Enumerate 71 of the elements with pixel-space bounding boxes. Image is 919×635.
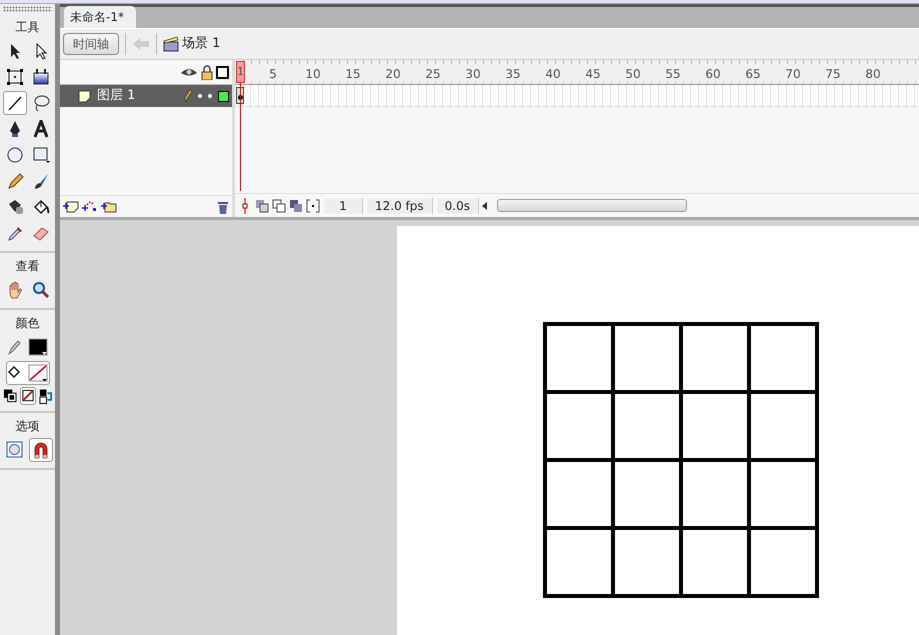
circle-in-square-icon — [6, 441, 24, 459]
lock-icon — [201, 64, 213, 80]
frame-number: 70 — [784, 66, 802, 83]
trash-icon — [217, 200, 229, 214]
toolbox-section-title: 颜色 — [14, 315, 40, 332]
stroke-color-swatch — [6, 338, 48, 356]
scroll-left-icon — [482, 202, 488, 210]
frame-number: 10 — [304, 66, 322, 83]
onion-markers-icon — [306, 198, 320, 212]
search-icon — [32, 281, 50, 299]
layer-row[interactable]: 图层 1 — [60, 85, 232, 107]
lasso-icon — [32, 94, 50, 112]
swap-colors-tool[interactable] — [38, 387, 54, 405]
frame-number: 35 — [504, 66, 522, 83]
dot-icon — [198, 94, 202, 98]
horizontal-scrollbar[interactable] — [496, 199, 687, 212]
line-icon — [6, 94, 24, 112]
frame-number: 5 — [268, 66, 278, 83]
frame-number: 60 — [704, 66, 722, 83]
default-colors-tool[interactable] — [2, 387, 18, 405]
scene-label: 场景 1 — [182, 35, 220, 54]
swap-colors-icon — [38, 388, 52, 404]
fill-color-swatch-tool[interactable] — [6, 361, 50, 385]
add-folder-icon — [101, 200, 117, 213]
line-tool[interactable] — [2, 91, 26, 115]
pencil-icon — [184, 89, 192, 103]
document-tab[interactable]: 未命名-1* — [64, 6, 136, 28]
frame-number: 25 — [424, 66, 442, 83]
dot-icon — [208, 94, 212, 98]
frame-number: 20 — [384, 66, 402, 83]
onion-outline-icon — [272, 198, 286, 212]
elapsed-time: 0.0s — [436, 196, 479, 214]
rectangle-icon — [32, 146, 50, 164]
frame-number: 55 — [664, 66, 682, 83]
frame-number: 75 — [824, 66, 842, 83]
toolbox-section-title: 查看 — [14, 258, 40, 275]
toolbox-section-title: 工具 — [14, 19, 40, 36]
no-color-tool[interactable] — [20, 387, 36, 405]
fill-color-swatch — [6, 364, 48, 382]
paint-bucket-icon — [32, 198, 50, 216]
frame-number: 40 — [544, 66, 562, 83]
back-arrow-icon — [132, 37, 150, 51]
eyedropper-icon — [6, 224, 24, 242]
frame-number: 15 — [344, 66, 362, 83]
gradient-icon — [32, 68, 50, 86]
eye-icon — [180, 66, 198, 78]
layer-name: 图层 1 — [97, 87, 136, 106]
pencil-icon — [6, 172, 24, 190]
clapperboard-icon — [163, 36, 179, 52]
letter-a-icon — [32, 120, 50, 138]
frame-rate[interactable]: 12.0 fps — [366, 196, 433, 214]
frame-number: 50 — [624, 66, 642, 83]
default-colors-icon — [2, 388, 16, 404]
onion-skin-icon — [255, 198, 269, 212]
magnet-icon — [32, 441, 50, 459]
current-frame: 1 — [323, 196, 363, 214]
page-icon — [78, 90, 91, 102]
frame-number: 45 — [584, 66, 602, 83]
add-guide-layer-icon — [82, 200, 98, 213]
toolbox-section-title: 选项 — [14, 418, 40, 435]
add-layer-icon — [63, 200, 79, 213]
edit-frames-icon — [289, 198, 303, 212]
frame-number: 80 — [864, 66, 882, 83]
magnet-tool[interactable] — [28, 438, 52, 462]
frame-number: 65 — [744, 66, 762, 83]
frame-number: 30 — [464, 66, 482, 83]
transform-icon — [6, 68, 24, 86]
outline-square-icon — [216, 66, 229, 78]
circle-icon — [6, 146, 24, 164]
timeline-button[interactable]: 时间轴 — [63, 33, 119, 55]
playhead[interactable]: 1 — [236, 61, 245, 83]
